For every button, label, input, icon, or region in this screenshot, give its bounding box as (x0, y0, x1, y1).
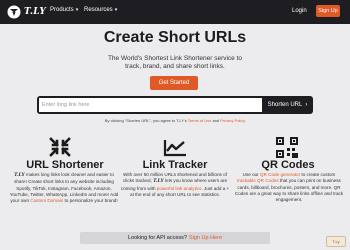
login-link[interactable]: Login (292, 8, 307, 14)
top-navbar: T.LY Products ▾ Resources ▾ Login Sign U… (0, 0, 350, 24)
custom-domain-link[interactable]: Custom Domain (30, 198, 63, 203)
brand-name: T.LY (153, 179, 164, 185)
qr-code-icon (276, 137, 298, 158)
terms-of-use-link[interactable]: Terms of Use (188, 118, 212, 123)
chevron-right-icon: › (305, 102, 308, 108)
brand-name: T.LY (14, 173, 25, 178)
feature-desc-qr-codes: Use our QR Code generator to create cust… (234, 172, 344, 203)
nav-products-label: Products (50, 7, 74, 13)
privacy-policy-link[interactable]: Privacy Policy (220, 118, 245, 123)
logo-icon (7, 5, 21, 19)
nav-products[interactable]: Products ▾ (50, 7, 78, 13)
feature-desc-text: Use our (242, 172, 259, 177)
page-title: Create Short URLs (103, 29, 247, 46)
hero-subtitle: The World's Shortest Link Shortener serv… (107, 55, 243, 70)
logo-text: T.LY (24, 7, 47, 17)
qr-generator-link[interactable]: QR Code generator (260, 172, 300, 177)
chevron-down-icon: ▾ (114, 7, 118, 13)
nav-resources-label: Resources (84, 7, 113, 13)
feature-title-qr-codes: QR Codes (261, 159, 315, 171)
trackable-qr-link[interactable]: trackable QR Codes (237, 178, 278, 183)
terms-prefix: By clicking "Shorten URL", you agree to … (104, 118, 187, 123)
link-analytics-link[interactable]: powerful link analytics (157, 186, 202, 191)
feature-desc-url-shortener: T.LY makes long links look cleaner and e… (8, 172, 120, 204)
feature-desc-text: to create custom (301, 172, 336, 177)
logo[interactable]: T.LY (7, 4, 46, 20)
shorten-url-label: Shorten URL (267, 102, 303, 108)
nav-resources[interactable]: Resources ▾ (84, 7, 117, 13)
api-access-bar: Looking for API access? Sign Up Here (80, 232, 270, 244)
chevron-down-icon: ▾ (75, 7, 79, 13)
signup-button[interactable]: Sign Up (316, 5, 340, 17)
long-link-input[interactable] (39, 98, 262, 112)
terms-notice: By clicking "Shorten URL", you agree to … (0, 118, 350, 123)
feature-desc-link-tracker: With over 50 million URLs shortened and … (120, 172, 230, 198)
line-chart-icon (163, 140, 186, 157)
feature-title-link-tracker: Link Tracker (142, 159, 208, 171)
api-access-question: Looking for API access? (127, 235, 187, 241)
corner-badge: T.Ly (326, 236, 346, 247)
terms-and: and (212, 118, 220, 123)
feature-desc-text: to personalize your brand! (64, 198, 118, 204)
shorten-url-button[interactable]: Shorten URL › (264, 98, 311, 112)
api-signup-link[interactable]: Sign Up Here (189, 235, 222, 241)
get-started-button[interactable]: Get Started (150, 76, 198, 90)
shrink-arrows-icon (49, 137, 71, 157)
feature-title-url-shortener: URL Shortener (26, 159, 104, 171)
